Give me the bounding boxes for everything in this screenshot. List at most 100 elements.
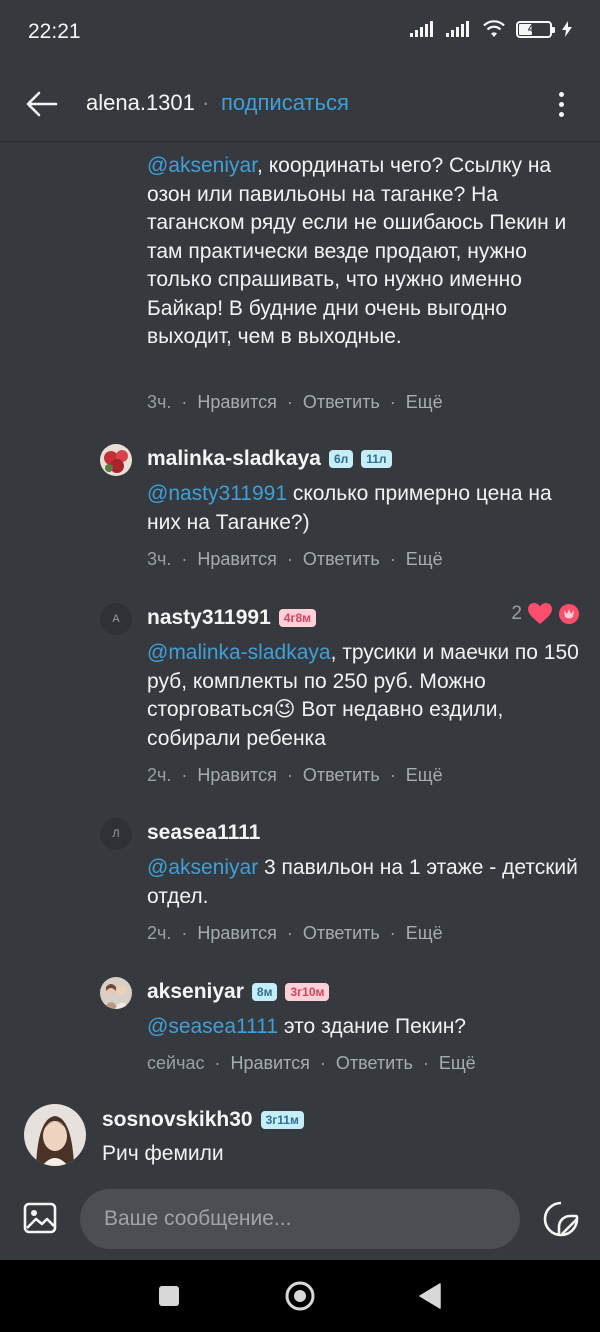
like-button[interactable]: Нравится [197,765,276,786]
wifi-icon [483,20,505,37]
recents-button[interactable] [151,1278,187,1314]
avatar-image [100,977,132,1009]
comment-text: @nasty311991 сколько примерно цена на ни… [147,480,587,537]
triangle-back-icon [419,1283,441,1309]
square-icon [159,1286,179,1306]
member-badge: 6л [328,450,354,468]
signal-icon [410,21,433,37]
comment-username[interactable]: seasea1111 [147,821,260,845]
comment-body: это здание Пекин? [278,1015,466,1038]
arrow-left-icon [26,91,58,117]
reply-button[interactable]: Ответить [336,1053,413,1074]
status-bar: 22:21 40 [0,0,600,66]
image-icon [23,1202,57,1234]
comment-actions: 2ч. · Нравится · Ответить · Ещё [147,923,443,944]
like-button[interactable]: Нравится [230,1053,309,1074]
battery-level: 40 [527,23,541,35]
comment-item: malinka-sladkaya 6л 11л @nasty311991 ско… [100,442,590,582]
home-button[interactable] [282,1278,318,1314]
dot [558,111,564,117]
reply-button[interactable]: Ответить [303,923,380,944]
tulip-icon [559,604,579,624]
likes-counter[interactable]: 2 [511,603,580,625]
comment-actions: 2ч. · Нравится · Ответить · Ещё [147,765,443,786]
header-username[interactable]: alena.1301 [86,90,195,116]
subscribe-button[interactable]: подписаться [221,90,349,116]
comment-body: , координаты чего? Ссылку на озон или па… [147,154,567,348]
more-button[interactable]: Ещё [406,392,443,413]
status-icons: 40 [410,20,572,38]
charging-icon [562,21,572,37]
comment-text: @akseniyar 3 павильон на 1 этаже - детск… [147,854,587,911]
battery-icon: 40 [516,20,555,38]
avatar[interactable] [100,444,132,476]
comment-username[interactable]: malinka-sladkaya [147,447,321,471]
member-badge: 3г10м [285,983,330,1001]
comment-text: @akseniyar, координаты чего? Ссылку на о… [147,152,587,352]
comment-time: 2ч. [147,923,172,943]
comment-time: 3ч. [147,392,172,412]
sticker-icon [543,1201,579,1237]
avatar-letter: Л [112,828,120,840]
reply-button[interactable]: Ответить [303,392,380,413]
message-input[interactable] [80,1189,520,1249]
comment-item: sosnovskikh30 3г11м Рич фемили [24,1100,584,1170]
member-badge: 4г8м [278,609,317,627]
comment-header: malinka-sladkaya 6л 11л [147,447,392,471]
comment-time: 2ч. [147,765,172,785]
comment-header: nasty311991 4г8м [147,606,317,630]
more-button[interactable]: Ещё [406,549,443,570]
more-menu-button[interactable] [546,84,576,124]
avatar-image [24,1104,86,1166]
member-badge: 3г11м [260,1111,304,1129]
comment-item: А nasty311991 4г8м 2 @malinka-sladkaya, … [100,601,590,791]
mention-link[interactable]: @akseniyar [147,856,258,879]
comment-text: @seasea1111 это здание Пекин? [147,1013,587,1042]
message-input-bar [0,1180,600,1260]
avatar[interactable] [24,1104,86,1166]
comment-header: sosnovskikh30 3г11м [102,1108,304,1132]
signal-icon [446,21,469,37]
mention-link[interactable]: @malinka-sladkaya [147,641,331,664]
sticker-button[interactable] [540,1198,582,1240]
comment-item: akseniyar 8м 3г10м @seasea1111 это здани… [100,975,590,1085]
reply-button[interactable]: Ответить [303,765,380,786]
reply-button[interactable]: Ответить [303,549,380,570]
mention-link[interactable]: @seasea1111 [147,1015,278,1038]
heart-icon [528,603,552,624]
comment-actions: сейчас · Нравится · Ответить · Ещё [147,1053,476,1074]
comment-username[interactable]: akseniyar [147,980,244,1004]
like-button[interactable]: Нравится [197,392,276,413]
back-button[interactable] [22,84,62,124]
avatar[interactable]: Л [100,818,132,850]
system-nav-bar [0,1260,600,1332]
header-separator: · [202,90,210,115]
comment-text: @malinka-sladkaya, трусики и маечки по 1… [147,639,587,753]
more-button[interactable]: Ещё [406,765,443,786]
comment-item: Л seasea1111 @akseniyar 3 павильон на 1 … [100,816,590,956]
like-button[interactable]: Нравится [197,923,276,944]
attach-image-button[interactable] [20,1198,60,1238]
comment-username[interactable]: nasty311991 [147,606,271,630]
avatar[interactable]: А [100,603,132,635]
mention-link[interactable]: @akseniyar [147,154,257,177]
dot [558,101,564,107]
status-time: 22:21 [28,20,81,43]
member-badge: 11л [361,450,392,468]
like-button[interactable]: Нравится [197,549,276,570]
avatar[interactable] [100,977,132,1009]
comment-actions: 3ч. · Нравится · Ответить · Ещё [147,549,443,570]
comment-item: @akseniyar, координаты чего? Ссылку на о… [100,150,590,420]
circle-icon [285,1281,315,1311]
more-button[interactable]: Ещё [406,923,443,944]
more-button[interactable]: Ещё [439,1053,476,1074]
dot [558,91,564,97]
comment-text: Рич фемили [102,1142,224,1165]
comment-time: сейчас [147,1053,205,1073]
mention-link[interactable]: @nasty311991 [147,482,287,505]
comment-actions: 3ч. · Нравится · Ответить · Ещё [147,392,443,413]
header: alena.1301 · подписаться [0,66,600,142]
comment-username[interactable]: sosnovskikh30 [102,1108,253,1132]
back-nav-button[interactable] [412,1278,448,1314]
likes-count: 2 [511,603,522,624]
